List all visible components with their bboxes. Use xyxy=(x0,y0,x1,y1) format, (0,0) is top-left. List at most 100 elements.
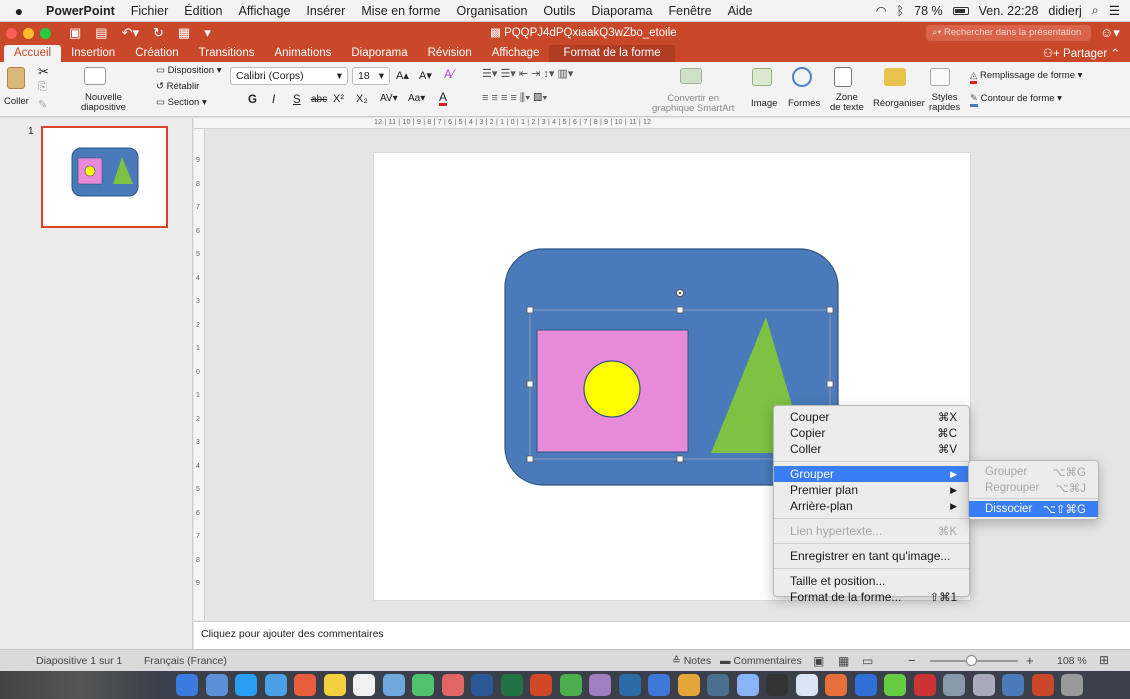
menu-inserer[interactable]: Insérer xyxy=(298,4,353,18)
arrange-icon[interactable] xyxy=(884,68,906,86)
tab-format-de-la-forme[interactable]: Format de la forme xyxy=(549,45,675,62)
dock-app-icon[interactable] xyxy=(471,674,493,696)
dock-app-icon[interactable] xyxy=(618,674,641,696)
quick-styles-icon[interactable] xyxy=(930,68,950,86)
menu-item-couper[interactable]: Couper ⌘X xyxy=(774,409,969,425)
wifi-icon[interactable]: ◠ xyxy=(876,3,887,18)
dock-app-icon[interactable] xyxy=(264,674,287,696)
menu-item-premier-plan[interactable]: Premier plan ▶ xyxy=(774,482,969,498)
dock-app-icon[interactable] xyxy=(412,674,434,696)
strikethrough-button[interactable]: abc xyxy=(311,94,327,105)
save-icon[interactable]: ▤ xyxy=(95,25,107,41)
dock-app-icon[interactable] xyxy=(766,674,788,696)
menu-edition[interactable]: Édition xyxy=(176,4,230,18)
user-name[interactable]: didierj xyxy=(1048,4,1081,18)
textbox-button[interactable]: Zone de texte xyxy=(830,93,864,113)
image-button[interactable]: Image xyxy=(751,98,777,109)
dock-app-icon[interactable] xyxy=(1002,674,1024,696)
dock-app-icon[interactable] xyxy=(500,674,523,696)
dock-app-icon[interactable] xyxy=(176,674,198,696)
new-slide-button[interactable]: Nouvelle diapositive xyxy=(81,93,126,113)
menu-organisation[interactable]: Organisation xyxy=(449,4,536,18)
share-button[interactable]: ⚇+ Partager ⌃ xyxy=(1043,46,1120,60)
convert-smartart-button[interactable]: Convertir en graphique SmartArt xyxy=(652,94,734,114)
dock-app-icon[interactable] xyxy=(943,674,965,696)
bullets-icon[interactable]: ☰▾ ☰▾ ⇤ ⇥ ↕▾ ▥▾ xyxy=(482,67,573,80)
menu-affichage[interactable]: Affichage xyxy=(231,4,299,18)
notification-center-icon[interactable]: ☰ xyxy=(1109,3,1120,18)
shape-fill-button[interactable]: ◬ Remplissage de forme ▾ xyxy=(970,70,1082,84)
font-size-select[interactable]: 18 ▾ xyxy=(352,67,390,85)
close-window-button[interactable] xyxy=(6,27,17,39)
dock-app-icon[interactable] xyxy=(854,674,877,696)
view-sorter-icon[interactable]: ▦ xyxy=(838,654,849,668)
change-case-icon[interactable]: Aa▾ xyxy=(408,93,425,104)
cut-icon[interactable]: ✂ xyxy=(38,64,49,80)
menu-item-copier[interactable]: Copier ⌘C xyxy=(774,425,969,441)
undo-icon[interactable]: ↶▾ xyxy=(122,25,139,41)
quick-styles-button[interactable]: Styles rapides xyxy=(929,93,960,113)
menu-diaporama[interactable]: Diaporama xyxy=(583,4,660,18)
font-color-icon[interactable]: A xyxy=(439,91,448,106)
format-painter-icon[interactable]: ✎ xyxy=(38,98,47,111)
menu-powerpoint[interactable]: PowerPoint xyxy=(38,4,123,18)
submenu-item-dissocier[interactable]: Dissocier ⌥⇧⌘G xyxy=(969,501,1098,517)
menu-item-taille-position[interactable]: Taille et position... xyxy=(774,573,969,589)
submenu-item-regrouper[interactable]: Regrouper ⌥⌘J xyxy=(969,480,1098,496)
shapes-icon[interactable] xyxy=(792,67,812,87)
reset-button[interactable]: ↺ Rétablir xyxy=(156,81,199,92)
arrange-button[interactable]: Réorganiser xyxy=(873,98,925,109)
char-spacing-icon[interactable]: AV▾ xyxy=(380,93,398,104)
dock-app-icon[interactable] xyxy=(677,674,700,696)
paste-icon[interactable] xyxy=(7,67,25,89)
spotlight-icon[interactable]: ⌕ xyxy=(1092,3,1099,18)
search-input[interactable]: ⌕▾ Rechercher dans la présentation xyxy=(926,25,1091,41)
dock-app-icon[interactable] xyxy=(559,674,582,696)
redo-icon[interactable]: ↻ xyxy=(153,25,164,41)
textbox-icon[interactable] xyxy=(834,67,852,87)
notes-toggle-button[interactable]: ≙ Notes xyxy=(672,655,711,667)
dock-app-icon[interactable] xyxy=(589,674,611,696)
smartart-icon[interactable] xyxy=(680,68,702,84)
bluetooth-icon[interactable]: ᛒ xyxy=(897,4,905,18)
menu-mise-en-forme[interactable]: Mise en forme xyxy=(353,4,448,18)
tab-transitions[interactable]: Transitions xyxy=(189,45,265,62)
dock-app-icon[interactable] xyxy=(707,674,729,696)
bold-button[interactable]: G xyxy=(248,94,257,106)
print-icon[interactable]: ▦ xyxy=(178,25,190,41)
tab-diaporama[interactable]: Diaporama xyxy=(341,45,417,62)
dock-app-icon[interactable] xyxy=(441,674,464,696)
zoom-out-icon[interactable]: − xyxy=(908,653,916,668)
tab-affichage[interactable]: Affichage xyxy=(482,45,550,62)
new-slide-icon[interactable] xyxy=(84,67,106,85)
menu-item-format-forme[interactable]: Format de la forme... ⇧⌘1 xyxy=(774,589,969,605)
battery-level[interactable]: 78 % xyxy=(914,4,943,18)
align-icons[interactable]: ≡ ≡ ≡ ≡ ⫼▾ ▤▾ xyxy=(482,92,548,105)
grow-font-icon[interactable]: A▴ xyxy=(396,69,409,82)
superscript-icon[interactable]: X² xyxy=(333,93,344,105)
shrink-font-icon[interactable]: A▾ xyxy=(419,69,432,82)
minimize-window-button[interactable] xyxy=(23,27,34,39)
dock-app-icon[interactable] xyxy=(972,674,995,696)
underline-button[interactable]: S xyxy=(293,94,301,106)
coller-label[interactable]: Coller xyxy=(4,96,29,107)
dock-app-icon[interactable] xyxy=(530,674,552,696)
tab-creation[interactable]: Création xyxy=(125,45,188,62)
submenu-item-grouper[interactable]: Grouper ⌥⌘G xyxy=(969,464,1098,480)
dock-app-icon[interactable] xyxy=(795,674,818,696)
sidebar-toggle-icon[interactable]: ▣ xyxy=(69,25,81,41)
view-normal-icon[interactable]: ▣ xyxy=(813,654,824,668)
menu-item-coller[interactable]: Coller ⌘V xyxy=(774,441,969,457)
font-name-select[interactable]: Calibri (Corps) ▾ xyxy=(230,67,348,85)
menu-item-grouper[interactable]: Grouper ▶ xyxy=(774,466,969,482)
shapes-button[interactable]: Formes xyxy=(788,98,820,109)
tab-insertion[interactable]: Insertion xyxy=(61,45,125,62)
feedback-smiley-icon[interactable]: ☺▾ xyxy=(1100,25,1120,41)
zoom-window-button[interactable] xyxy=(40,27,51,39)
dock-app-icon[interactable] xyxy=(648,674,670,696)
menu-item-enregistrer-image[interactable]: Enregistrer en tant qu'image... xyxy=(774,548,969,564)
fit-to-window-icon[interactable]: ⊞ xyxy=(1099,653,1109,667)
menu-item-arriere-plan[interactable]: Arrière-plan ▶ xyxy=(774,498,969,514)
dock-app-icon[interactable] xyxy=(1061,674,1083,696)
zoom-slider-thumb[interactable] xyxy=(966,655,977,666)
